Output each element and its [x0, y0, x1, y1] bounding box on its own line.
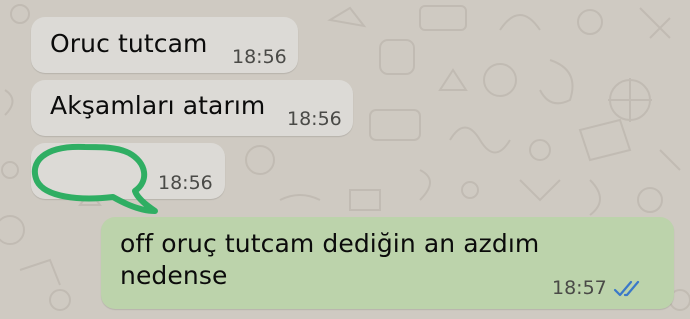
message-timestamp: 18:57 [552, 277, 607, 299]
incoming-message-bubble[interactable]: 18:56 [31, 143, 225, 214]
message-timestamp: 18:56 [232, 46, 287, 68]
incoming-message-bubble[interactable]: Akşamları atarım 18:56 [31, 80, 353, 136]
speech-bubble-scribble-icon [31, 143, 158, 214]
message-text: Oruc tutcam [50, 29, 208, 58]
double-check-read-icon [613, 280, 640, 297]
message-timestamp: 18:56 [287, 108, 342, 130]
message-timestamp: 18:56 [158, 172, 213, 194]
incoming-message-bubble[interactable]: Oruc tutcam 18:56 [31, 17, 298, 73]
message-text: Akşamları atarım [50, 91, 266, 120]
outgoing-message-bubble[interactable]: off oruç tutcam dediğin an azdım nedense… [101, 217, 674, 309]
